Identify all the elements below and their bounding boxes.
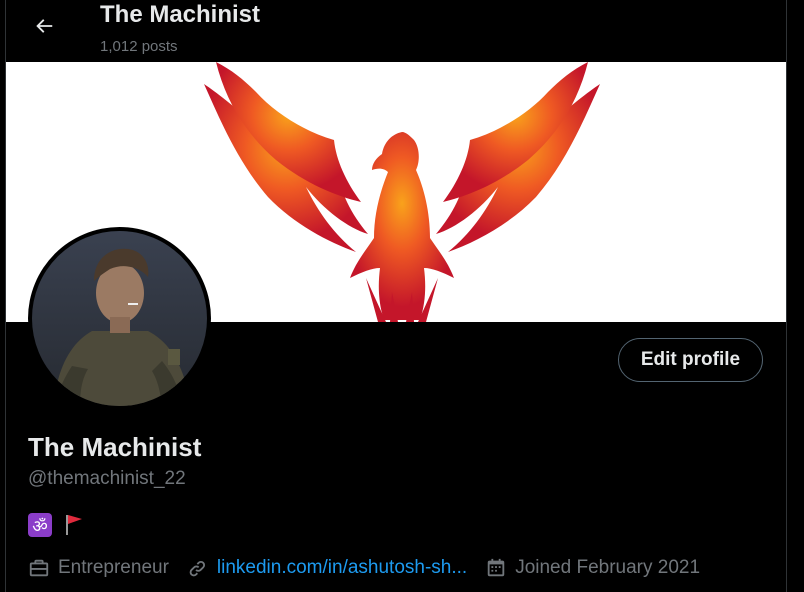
- joined-date: Joined February 2021: [515, 557, 701, 578]
- profession-item: Entrepreneur: [28, 557, 169, 579]
- back-button[interactable]: [26, 8, 62, 44]
- avatar[interactable]: [28, 227, 211, 410]
- profile-header-bar: The Machinist 1,012 posts: [6, 0, 786, 62]
- edit-profile-button[interactable]: Edit profile: [618, 338, 763, 382]
- profile-website-link[interactable]: linkedin.com/in/ashutosh-sh...: [217, 557, 467, 579]
- profession-text: Entrepreneur: [58, 557, 169, 578]
- bio: ॐ: [28, 512, 84, 538]
- website-item[interactable]: linkedin.com/in/ashutosh-sh...: [187, 557, 467, 579]
- red-flag-icon: [66, 515, 82, 535]
- username-handle: @themachinist_22: [28, 468, 186, 489]
- right-border: [786, 0, 787, 592]
- arrow-left-icon: [36, 19, 53, 33]
- avatar-photo: [32, 231, 207, 406]
- briefcase-icon: [29, 559, 49, 577]
- profile-meta: Entrepreneur linkedin.com/in/ashutosh-sh…: [28, 555, 718, 581]
- header-title: The Machinist: [100, 1, 261, 28]
- calendar-icon: [487, 558, 505, 577]
- om-symbol-icon: ॐ: [28, 513, 52, 537]
- display-name: The Machinist: [28, 432, 202, 462]
- joined-item: Joined February 2021: [485, 557, 700, 579]
- post-count: 1,012 posts: [100, 38, 178, 55]
- link-icon: [189, 560, 205, 577]
